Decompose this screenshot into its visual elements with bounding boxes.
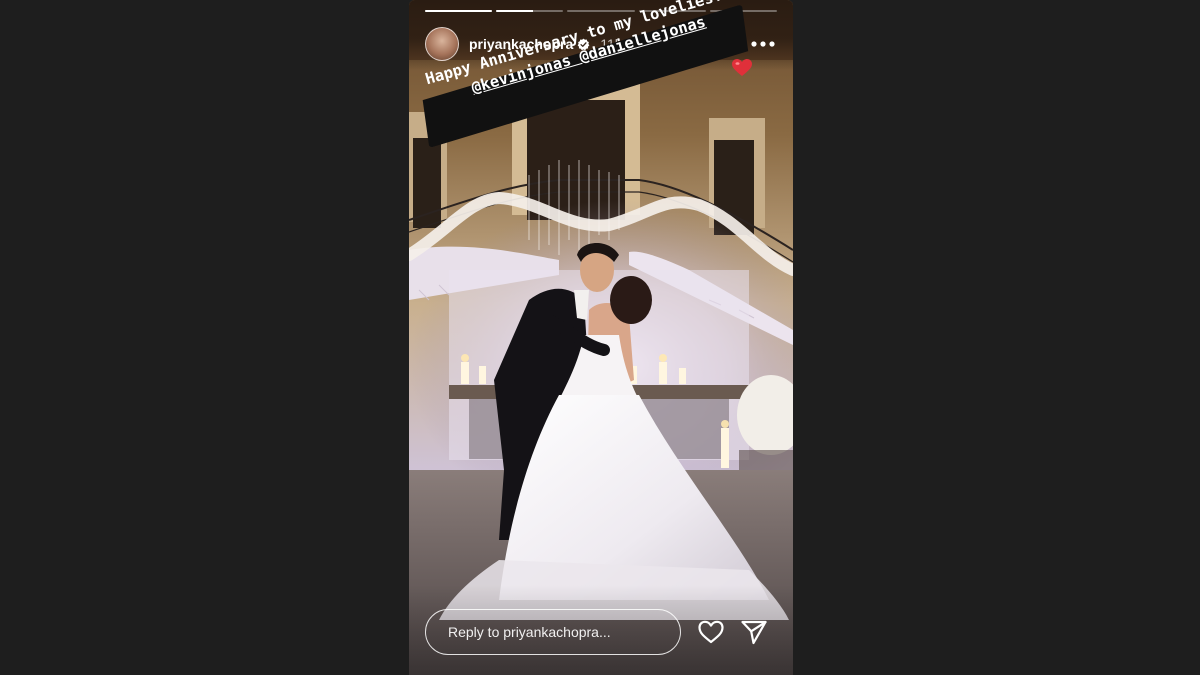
heart-icon[interactable] <box>696 617 726 647</box>
reply-field[interactable] <box>425 609 681 655</box>
avatar[interactable] <box>425 27 459 61</box>
reply-input[interactable] <box>448 624 668 640</box>
progress-segment <box>425 10 493 12</box>
send-icon[interactable] <box>739 617 769 647</box>
more-options-button[interactable] <box>749 30 777 58</box>
red-heart-icon <box>732 59 752 76</box>
story-frame[interactable]: priyankachopra 11h <box>409 0 793 675</box>
viewer-background: priyankachopra 11h <box>0 0 1200 675</box>
more-options-icon <box>751 41 775 47</box>
progress-segment <box>496 10 564 12</box>
